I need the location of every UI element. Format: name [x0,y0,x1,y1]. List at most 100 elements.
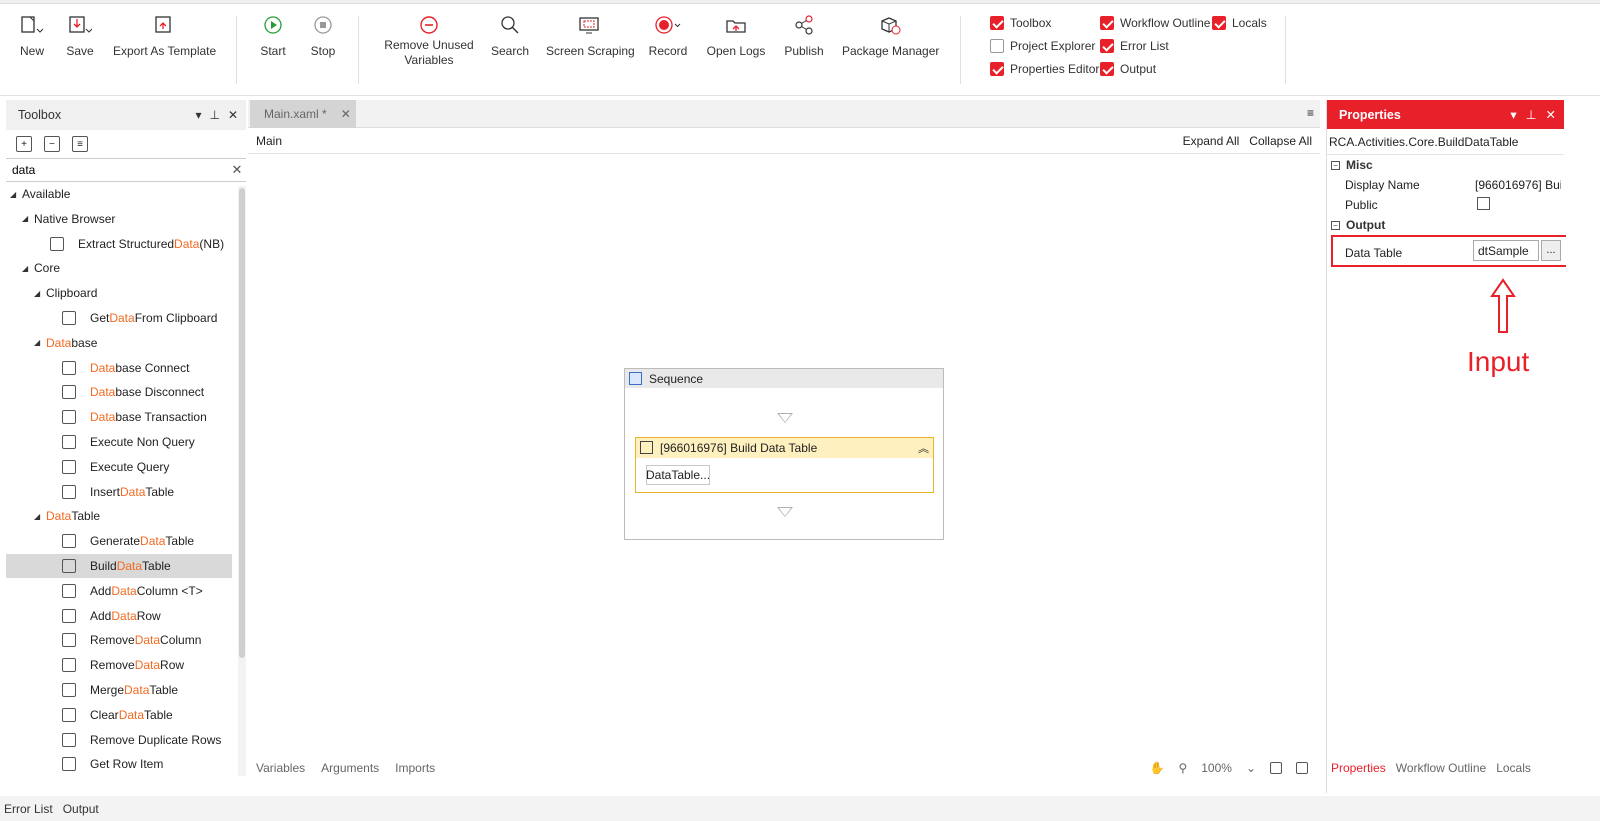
tree-category[interactable]: ◢ Data Table [6,504,232,528]
tree-activity-item[interactable]: Execute Query [6,455,232,479]
tree-activity-item[interactable]: Remove Data Row [6,653,232,677]
expand-triangle-icon[interactable]: ◢ [22,264,32,273]
properties-editor-checkbox[interactable]: Properties Editor [990,60,1099,78]
pin-icon[interactable]: ⊥ [1526,107,1537,122]
zoom-level[interactable]: 100% [1201,761,1232,775]
tree-activity-item[interactable]: Generate Data Table [6,529,232,553]
tree-item-text: base [71,335,98,350]
tree-activity-item[interactable]: Data base Transaction [6,405,232,429]
tree-activity-item[interactable]: Extract Structured Data (NB) [6,232,232,256]
search-button[interactable]: Search [490,12,530,59]
zoom-search-icon[interactable]: ⚲ [1178,761,1187,775]
expand-all-icon[interactable]: + [16,136,32,152]
error-list-checkbox[interactable]: Error List [1100,37,1169,55]
tab-main-xaml[interactable]: Main.xaml * ✕ [250,100,356,128]
save-button[interactable]: Save [66,12,94,59]
toolbox-checkbox[interactable]: Toolbox [990,14,1051,32]
project-explorer-checkbox[interactable]: Project Explorer [990,37,1095,55]
overview-map-icon[interactable] [1296,762,1308,774]
toolbox-scrollbar[interactable] [238,186,246,776]
tree-activity-item[interactable]: Add Data Row [6,604,232,628]
record-button[interactable]: Record [648,12,688,59]
tree-category[interactable]: ◢ Data base [6,331,232,355]
tree-activity-item[interactable]: Remove Data Column [6,628,232,652]
tree-activity-item[interactable]: Add Data Column <T> [6,579,232,603]
tree-activity-item[interactable]: Execute Non Query [6,430,232,454]
clear-search-icon[interactable]: ✕ [228,162,246,178]
tree-item-text: Table [142,559,171,573]
export-as-template-button[interactable]: Export As Template [113,12,216,59]
collapse-all-link[interactable]: Collapse All [1249,134,1312,148]
toolbox-search-input[interactable] [12,163,228,177]
tab-error-list[interactable]: Error List [4,802,53,816]
public-checkbox[interactable] [1477,197,1563,213]
tree-category[interactable]: ◢ Clipboard [6,281,232,305]
imports-tab[interactable]: Imports [395,761,435,775]
screen-scraping-button[interactable]: Screen Scraping [546,12,635,59]
tree-activity-item[interactable]: Remove Duplicate Rows [6,728,232,752]
pin-icon[interactable]: ⊥ [209,108,219,122]
tab-locals[interactable]: Locals [1496,761,1531,775]
scrollbar-thumb[interactable] [239,188,245,658]
properties-bottom-tabs: Properties Workflow Outline Locals [1327,757,1565,779]
tab-properties[interactable]: Properties [1331,761,1386,775]
dropdown-arrow-icon[interactable]: ▾ [1510,107,1516,122]
tree-category[interactable]: ◢ Native Browser [6,207,232,231]
remove-unused-variables-button[interactable]: Remove Unused Variables [384,12,474,68]
sequence-header: Sequence [625,369,943,388]
tree-category[interactable]: ◢ Available [6,182,232,206]
open-logs-button[interactable]: Open Logs [706,12,766,59]
build-data-table-activity[interactable]: [966016976] Build Data Table ︽ DataTable… [635,437,934,493]
new-button[interactable]: New [18,12,46,59]
tab-output[interactable]: Output [63,802,99,816]
expand-triangle-icon[interactable]: ◢ [22,214,32,223]
tree-activity-item[interactable]: Data base Connect [6,356,232,380]
sequence-activity[interactable]: Sequence [966016976] Build Data Table ︽ … [624,368,944,540]
zoom-dropdown-icon[interactable]: ⌄ [1246,761,1256,775]
tree-item-text: Clipboard [46,286,98,301]
collapse-group-icon[interactable]: − [1331,220,1340,230]
expand-triangle-icon[interactable]: ◢ [10,190,20,199]
breadcrumb[interactable]: Main [256,134,282,148]
display-name-value[interactable]: [966016976] Build Data Table [1475,178,1561,192]
tree-activity-item[interactable]: Build Data Table [6,554,232,578]
tree-activity-item[interactable]: Data base Disconnect [6,380,232,404]
expand-triangle-icon[interactable]: ◢ [34,512,44,521]
dropdown-arrow-icon[interactable]: ▾ [195,108,201,122]
list-view-icon[interactable]: ≡ [72,136,88,152]
collapse-chevron-icon[interactable]: ︽ [918,440,929,456]
tree-activity-item[interactable]: Merge Data Table [6,678,232,702]
close-tab-icon[interactable]: ✕ [341,107,351,121]
datatable-button[interactable]: DataTable... [646,465,710,485]
start-button[interactable]: Start [258,12,288,59]
tree-activity-item[interactable]: Insert Data Table [6,480,232,504]
tab-workflow-outline[interactable]: Workflow Outline [1396,761,1486,775]
tree-item-text: Table [165,534,195,549]
fit-to-screen-icon[interactable] [1270,762,1282,774]
collapse-all-icon[interactable]: − [44,136,60,152]
hand-pan-icon[interactable]: ✋ [1149,761,1164,775]
tree-activity-item[interactable]: Clear Data Table [6,703,232,727]
tab-overflow-icon[interactable]: ≡ [1307,106,1314,120]
drop-arrow-icon[interactable] [777,507,793,517]
misc-group[interactable]: − Misc [1327,155,1564,175]
tree-activity-item[interactable]: Get Data From Clipboard [6,306,232,330]
expand-all-link[interactable]: Expand All [1183,134,1240,148]
close-icon[interactable]: ✕ [1546,107,1556,122]
close-icon[interactable]: ✕ [228,108,238,122]
arguments-tab[interactable]: Arguments [321,761,379,775]
stop-button[interactable]: Stop [308,12,338,59]
expand-triangle-icon[interactable]: ◢ [34,289,44,298]
output-group[interactable]: − Output [1327,215,1564,235]
variables-tab[interactable]: Variables [256,761,305,775]
output-checkbox[interactable]: Output [1100,60,1156,78]
package-manager-button[interactable]: Package Manager [842,12,939,59]
drop-arrow-icon[interactable] [777,413,793,423]
workflow-outline-checkbox[interactable]: Workflow Outline [1100,14,1210,32]
publish-button[interactable]: Publish [784,12,824,59]
collapse-group-icon[interactable]: − [1331,160,1340,170]
locals-checkbox[interactable]: Locals [1212,14,1267,32]
expand-triangle-icon[interactable]: ◢ [34,338,44,347]
tree-activity-item[interactable]: Get Row Item [6,752,232,776]
tree-category[interactable]: ◢ Core [6,256,232,280]
